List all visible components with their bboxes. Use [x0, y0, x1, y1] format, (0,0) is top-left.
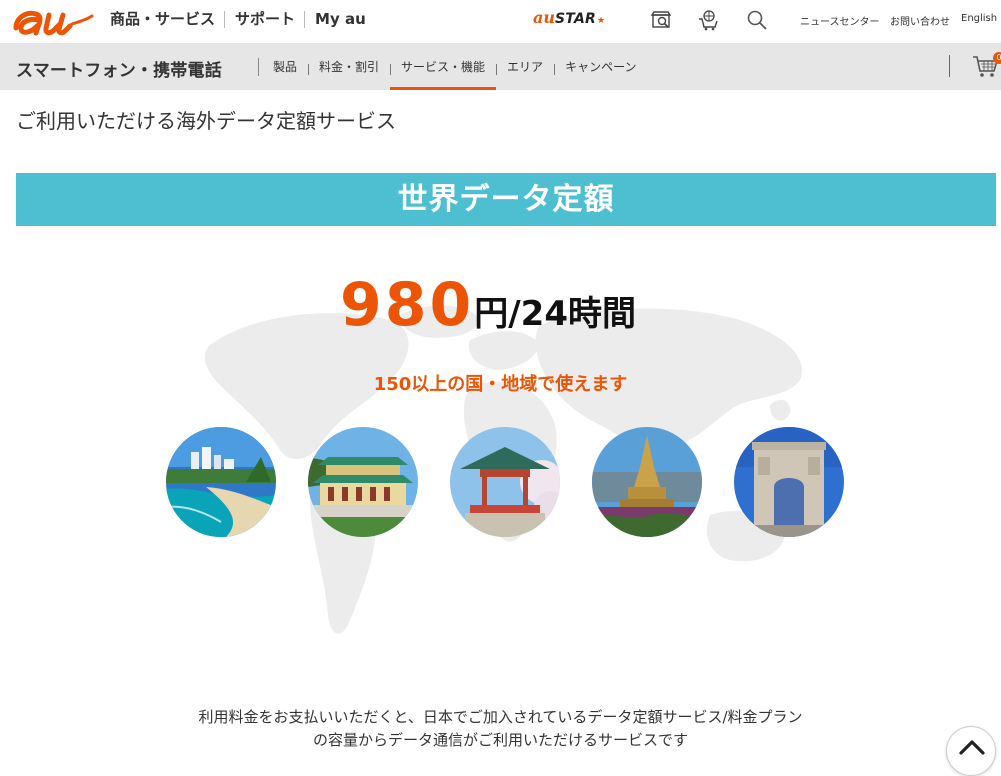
shop-search-icon[interactable] [650, 9, 672, 31]
service-banner: 世界データ定額 [16, 173, 996, 226]
category-tabs: 製品 料金・割引 サービス・機能 エリア キャンペーン [262, 44, 647, 90]
nav-support[interactable]: サポート [225, 10, 306, 28]
korean-pavilion-photo [450, 427, 560, 537]
arc-de-triomphe-photo [734, 427, 844, 537]
tab-pricing-discounts[interactable]: 料金・割引 [308, 44, 390, 90]
beach-resort-photo [166, 427, 276, 537]
category-nav: スマートフォン・携帯電話 製品 料金・割引 サービス・機能 エリア キャンペーン… [0, 44, 1001, 90]
pagoda-temple-photo [308, 427, 418, 537]
english-link[interactable]: English [961, 13, 997, 24]
divider [258, 58, 259, 76]
news-center-link[interactable]: ニュースセンター [800, 13, 880, 28]
search-icon[interactable] [746, 9, 768, 31]
global-nav: 商品・サービス サポート My au [100, 0, 375, 38]
category-title[interactable]: スマートフォン・携帯電話 [16, 56, 222, 81]
globe-cart-icon[interactable] [698, 9, 720, 31]
banner-title: 世界データ定額 [397, 182, 615, 217]
description-line-1: 利用料金をお支払いいただくと、日本でご加入されているデータ定額サービス/料金プラ… [198, 708, 803, 726]
description-line-2: の容量からデータ通信がご利用いただけるサービスです [312, 731, 688, 749]
austar-label: STAR [555, 11, 596, 27]
austar-prefix: au [533, 8, 555, 27]
tab-area[interactable]: エリア [496, 44, 554, 90]
price-display: 980円/24時間 [340, 270, 636, 340]
destination-photos [166, 427, 866, 537]
tab-services-features[interactable]: サービス・機能 [390, 44, 497, 90]
coverage-tagline: 150以上の国・地域で使えます [373, 374, 628, 395]
price-unit: 円/24時間 [474, 294, 636, 334]
contact-link[interactable]: お問い合わせ [890, 13, 950, 28]
austar-link[interactable]: au STAR ★ [533, 8, 605, 27]
thai-stupa-photo [592, 427, 702, 537]
chevron-up-icon [959, 740, 985, 755]
divider [949, 55, 950, 77]
tab-products[interactable]: 製品 [262, 44, 308, 90]
nav-my-au[interactable]: My au [305, 10, 375, 28]
page-title: ご利用いただける海外データ定額サービス [16, 109, 396, 133]
back-to-top-button[interactable] [946, 726, 996, 776]
nav-products-services[interactable]: 商品・サービス [100, 10, 226, 28]
tab-campaign[interactable]: キャンペーン [554, 44, 647, 90]
au-logo-mark [13, 10, 94, 36]
cart-count-badge: 0 [993, 52, 1001, 64]
price-number: 980 [340, 270, 475, 340]
austar-star-mark: ★ [596, 16, 606, 26]
au-logo[interactable] [12, 2, 94, 38]
service-description: 利用料金をお支払いいただくと、日本でご加入されているデータ定額サービス/料金プラ… [0, 706, 1001, 752]
global-header: 商品・サービス サポート My au au STAR ★ ニュースセンター お問… [0, 0, 1001, 44]
